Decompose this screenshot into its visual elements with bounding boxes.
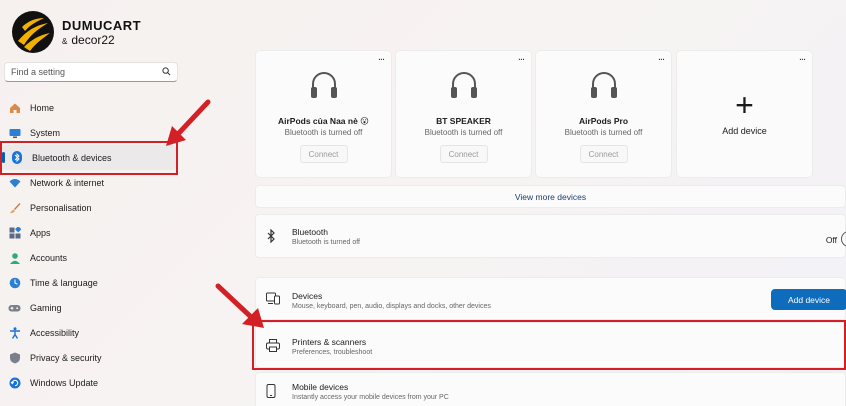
brand-subtitle: decor22 [71,32,115,47]
wifi-icon [8,176,21,189]
sidebar-item-label: System [30,127,61,138]
update-icon [8,376,21,389]
sidebar-nav: Home System Bluetooth & devices Network … [0,95,178,395]
sidebar-item-label: Accessibility [30,327,80,338]
person-icon [8,251,21,264]
sidebar-item-label: Time & language [30,277,98,288]
headphones-icon [448,69,480,106]
bluetooth-title: Bluetooth [292,227,328,237]
device-name: AirPods Pro [578,116,629,126]
highlight-box-bluetooth [0,141,178,175]
device-status: Bluetooth is turned off [284,128,363,137]
sidebar-item-gaming[interactable]: Gaming [0,295,178,320]
brand-amp: & [62,36,68,46]
bluetooth-row[interactable]: Bluetooth Bluetooth is turned off Off [255,214,846,258]
bluetooth-toggle-state: Off [825,235,837,245]
display-icon [8,126,21,139]
devices-title: Devices [292,291,323,301]
bluetooth-symbol-icon [266,228,276,246]
connect-button[interactable]: Connect [579,145,628,163]
globe-clock-icon [8,276,21,289]
brand-logo-mark [12,11,54,53]
device-name: BT SPEAKER [436,116,491,126]
sidebar-item-time-language[interactable]: Time & language [0,270,178,295]
device-card[interactable]: ... AirPods Pro Bluetooth is turned off … [535,50,672,178]
search-box[interactable] [4,62,178,82]
home-icon [8,101,21,114]
more-options-icon[interactable]: ... [799,51,806,63]
connect-button[interactable]: Connect [299,145,348,163]
sidebar-item-windows-update[interactable]: Windows Update [0,370,178,395]
devices-icon [266,292,280,308]
sidebar-item-accounts[interactable]: Accounts [0,245,178,270]
mobile-devices-row[interactable]: Mobile devices Instantly access your mob… [255,372,846,406]
add-device-button[interactable]: Add device [771,289,846,310]
sidebar-item-label: Privacy & security [30,352,102,363]
add-device-label: Add device [722,126,767,136]
annotation-arrow-sidebar [166,99,211,146]
search-input[interactable] [11,67,162,77]
connect-button[interactable]: Connect [439,145,488,163]
gamepad-icon [8,301,21,314]
devices-subtitle: Mouse, keyboard, pen, audio, displays an… [292,303,491,310]
highlight-box-printers [252,320,846,370]
sidebar-item-apps[interactable]: Apps [0,220,178,245]
sidebar-item-accessibility[interactable]: Accessibility [0,320,178,345]
brand-logo: DUMUCART & decor22 [12,10,141,54]
more-options-icon[interactable]: ... [518,51,525,63]
more-options-icon[interactable]: ... [658,51,665,63]
view-more-devices-link[interactable]: View more devices [255,185,846,208]
add-device-card[interactable]: ... + Add device [676,50,813,178]
sidebar-item-label: Accounts [30,252,68,263]
plus-icon: + [735,87,754,123]
sidebar-item-privacy[interactable]: Privacy & security [0,345,178,370]
headphones-icon [588,69,620,106]
sidebar-item-label: Home [30,102,55,113]
sidebar-item-label: Apps [30,227,51,238]
phone-icon [266,384,276,401]
device-card[interactable]: ... BT SPEAKER Bluetooth is turned off C… [395,50,532,178]
shield-icon [8,351,21,364]
sidebar-item-label: Personalisation [30,202,92,213]
device-name: AirPods của Naa nè 😮 [277,116,370,126]
sidebar-item-label: Windows Update [30,377,99,388]
sidebar-item-label: Gaming [30,302,62,313]
apps-icon [8,226,21,239]
bluetooth-subtitle: Bluetooth is turned off [292,239,360,246]
sidebar-item-label: Network & internet [30,177,105,188]
brush-icon [8,201,21,214]
annotation-arrow-printers [215,283,264,328]
headphones-icon [308,69,340,106]
mobile-devices-title: Mobile devices [292,382,349,392]
device-status: Bluetooth is turned off [564,128,643,137]
device-card[interactable]: ... AirPods của Naa nè 😮 Bluetooth is tu… [255,50,392,178]
accessibility-icon [8,326,21,339]
device-status: Bluetooth is turned off [424,128,503,137]
devices-row[interactable]: Devices Mouse, keyboard, pen, audio, dis… [255,277,846,320]
sidebar-item-home[interactable]: Home [0,95,178,120]
brand-name: DUMUCART [62,17,142,33]
bluetooth-toggle[interactable] [841,231,846,247]
more-options-icon[interactable]: ... [378,51,385,63]
sidebar-item-personalisation[interactable]: Personalisation [0,195,178,220]
search-icon[interactable] [162,66,171,78]
mobile-devices-subtitle: Instantly access your mobile devices fro… [292,394,449,401]
